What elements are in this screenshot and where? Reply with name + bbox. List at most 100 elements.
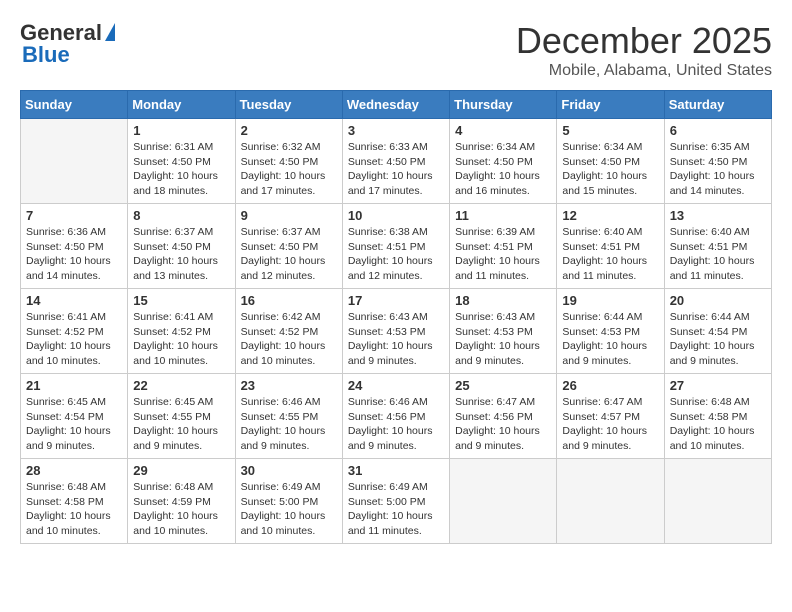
day-info: Sunrise: 6:47 AMSunset: 4:57 PMDaylight:… — [562, 395, 658, 454]
calendar-cell: 8 Sunrise: 6:37 AMSunset: 4:50 PMDaylight… — [128, 204, 235, 289]
day-number: 3 — [348, 123, 444, 138]
day-number: 27 — [670, 378, 766, 393]
calendar-cell: 13 Sunrise: 6:40 AMSunset: 4:51 PMDayligh… — [664, 204, 771, 289]
day-number: 24 — [348, 378, 444, 393]
calendar-cell: 29Sunrise: 6:48 AMSunset: 4:59 PMDayligh… — [128, 459, 235, 544]
day-info: Sunrise: 6:36 AMSunset: 4:50 PMDaylight:… — [26, 225, 122, 284]
calendar-cell: 22 Sunrise: 6:45 AMSunset: 4:55 PMDayligh… — [128, 374, 235, 459]
day-info: Sunrise: 6:41 AMSunset: 4:52 PMDaylight:… — [26, 310, 122, 369]
day-info: Sunrise: 6:48 AMSunset: 4:58 PMDaylight:… — [670, 395, 766, 454]
day-info: Sunrise: 6:34 AMSunset: 4:50 PMDaylight:… — [455, 140, 551, 199]
calendar-cell: 15 Sunrise: 6:41 AMSunset: 4:52 PMDayligh… — [128, 289, 235, 374]
calendar-cell: 17Sunrise: 6:43 AMSunset: 4:53 PMDayligh… — [342, 289, 449, 374]
column-header-friday: Friday — [557, 91, 664, 119]
day-number: 1 — [133, 123, 229, 138]
day-number: 12 — [562, 208, 658, 223]
calendar-cell: 4 Sunrise: 6:34 AMSunset: 4:50 PMDaylight… — [450, 119, 557, 204]
day-number: 18 — [455, 293, 551, 308]
day-info: Sunrise: 6:32 AMSunset: 4:50 PMDaylight:… — [241, 140, 337, 199]
calendar-cell: 12 Sunrise: 6:40 AMSunset: 4:51 PMDayligh… — [557, 204, 664, 289]
title-section: December 2025 Mobile, Alabama, United St… — [516, 20, 772, 80]
day-info: Sunrise: 6:48 AMSunset: 4:58 PMDaylight:… — [26, 480, 122, 539]
day-number: 8 — [133, 208, 229, 223]
day-info: Sunrise: 6:38 AMSunset: 4:51 PMDaylight:… — [348, 225, 444, 284]
column-header-thursday: Thursday — [450, 91, 557, 119]
day-number: 2 — [241, 123, 337, 138]
day-number: 6 — [670, 123, 766, 138]
calendar-table: SundayMondayTuesdayWednesdayThursdayFrid… — [20, 90, 772, 544]
day-number: 14 — [26, 293, 122, 308]
calendar-cell: 6 Sunrise: 6:35 AMSunset: 4:50 PMDaylight… — [664, 119, 771, 204]
logo-triangle-icon — [105, 23, 115, 41]
day-number: 30 — [241, 463, 337, 478]
column-header-wednesday: Wednesday — [342, 91, 449, 119]
day-number: 16 — [241, 293, 337, 308]
column-header-monday: Monday — [128, 91, 235, 119]
day-info: Sunrise: 6:40 AMSunset: 4:51 PMDaylight:… — [562, 225, 658, 284]
day-info: Sunrise: 6:46 AMSunset: 4:55 PMDaylight:… — [241, 395, 337, 454]
day-number: 23 — [241, 378, 337, 393]
day-number: 15 — [133, 293, 229, 308]
day-number: 9 — [241, 208, 337, 223]
day-number: 17 — [348, 293, 444, 308]
calendar-cell: 20 Sunrise: 6:44 AMSunset: 4:54 PMDayligh… — [664, 289, 771, 374]
day-number: 28 — [26, 463, 122, 478]
calendar-week-row: 1Sunrise: 6:31 AMSunset: 4:50 PMDaylight… — [21, 119, 772, 204]
day-number: 29 — [133, 463, 229, 478]
calendar-cell: 10 Sunrise: 6:38 AMSunset: 4:51 PMDayligh… — [342, 204, 449, 289]
day-number: 31 — [348, 463, 444, 478]
day-number: 22 — [133, 378, 229, 393]
calendar-cell: 24Sunrise: 6:46 AMSunset: 4:56 PMDayligh… — [342, 374, 449, 459]
day-number: 4 — [455, 123, 551, 138]
day-info: Sunrise: 6:35 AMSunset: 4:50 PMDaylight:… — [670, 140, 766, 199]
calendar-cell: 23 Sunrise: 6:46 AMSunset: 4:55 PMDayligh… — [235, 374, 342, 459]
day-number: 13 — [670, 208, 766, 223]
day-number: 26 — [562, 378, 658, 393]
logo-blue-text: Blue — [22, 42, 70, 68]
day-info: Sunrise: 6:45 AMSunset: 4:54 PMDaylight:… — [26, 395, 122, 454]
day-info: Sunrise: 6:37 AMSunset: 4:50 PMDaylight:… — [133, 225, 229, 284]
calendar-cell: 25 Sunrise: 6:47 AMSunset: 4:56 PMDayligh… — [450, 374, 557, 459]
day-info: Sunrise: 6:39 AMSunset: 4:51 PMDaylight:… — [455, 225, 551, 284]
day-info: Sunrise: 6:42 AMSunset: 4:52 PMDaylight:… — [241, 310, 337, 369]
day-number: 11 — [455, 208, 551, 223]
day-info: Sunrise: 6:45 AMSunset: 4:55 PMDaylight:… — [133, 395, 229, 454]
calendar-cell: 5 Sunrise: 6:34 AMSunset: 4:50 PMDaylight… — [557, 119, 664, 204]
day-info: Sunrise: 6:49 AMSunset: 5:00 PMDaylight:… — [241, 480, 337, 539]
day-info: Sunrise: 6:43 AMSunset: 4:53 PMDaylight:… — [455, 310, 551, 369]
day-info: Sunrise: 6:44 AMSunset: 4:54 PMDaylight:… — [670, 310, 766, 369]
day-number: 10 — [348, 208, 444, 223]
location-text: Mobile, Alabama, United States — [516, 62, 772, 80]
calendar-cell: 14 Sunrise: 6:41 AMSunset: 4:52 PMDayligh… — [21, 289, 128, 374]
calendar-cell: 11 Sunrise: 6:39 AMSunset: 4:51 PMDayligh… — [450, 204, 557, 289]
calendar-week-row: 21 Sunrise: 6:45 AMSunset: 4:54 PMDayligh… — [21, 374, 772, 459]
calendar-cell: 7 Sunrise: 6:36 AMSunset: 4:50 PMDaylight… — [21, 204, 128, 289]
day-number: 20 — [670, 293, 766, 308]
day-info: Sunrise: 6:40 AMSunset: 4:51 PMDaylight:… — [670, 225, 766, 284]
calendar-cell — [664, 459, 771, 544]
day-info: Sunrise: 6:49 AMSunset: 5:00 PMDaylight:… — [348, 480, 444, 539]
day-number: 21 — [26, 378, 122, 393]
day-info: Sunrise: 6:44 AMSunset: 4:53 PMDaylight:… — [562, 310, 658, 369]
calendar-cell: 26 Sunrise: 6:47 AMSunset: 4:57 PMDayligh… — [557, 374, 664, 459]
calendar-cell: 31 Sunrise: 6:49 AMSunset: 5:00 PMDayligh… — [342, 459, 449, 544]
month-title: December 2025 — [516, 20, 772, 62]
day-info: Sunrise: 6:47 AMSunset: 4:56 PMDaylight:… — [455, 395, 551, 454]
day-number: 5 — [562, 123, 658, 138]
calendar-cell — [21, 119, 128, 204]
day-info: Sunrise: 6:37 AMSunset: 4:50 PMDaylight:… — [241, 225, 337, 284]
calendar-week-row: 7 Sunrise: 6:36 AMSunset: 4:50 PMDaylight… — [21, 204, 772, 289]
day-info: Sunrise: 6:34 AMSunset: 4:50 PMDaylight:… — [562, 140, 658, 199]
day-number: 7 — [26, 208, 122, 223]
page-header: General Blue December 2025 Mobile, Alaba… — [20, 20, 772, 80]
day-info: Sunrise: 6:33 AMSunset: 4:50 PMDaylight:… — [348, 140, 444, 199]
calendar-cell: 19Sunrise: 6:44 AMSunset: 4:53 PMDayligh… — [557, 289, 664, 374]
calendar-week-row: 14 Sunrise: 6:41 AMSunset: 4:52 PMDayligh… — [21, 289, 772, 374]
column-header-tuesday: Tuesday — [235, 91, 342, 119]
day-number: 25 — [455, 378, 551, 393]
calendar-cell: 2 Sunrise: 6:32 AMSunset: 4:50 PMDaylight… — [235, 119, 342, 204]
calendar-cell: 18 Sunrise: 6:43 AMSunset: 4:53 PMDayligh… — [450, 289, 557, 374]
calendar-cell: 21 Sunrise: 6:45 AMSunset: 4:54 PMDayligh… — [21, 374, 128, 459]
calendar-cell — [557, 459, 664, 544]
day-info: Sunrise: 6:41 AMSunset: 4:52 PMDaylight:… — [133, 310, 229, 369]
